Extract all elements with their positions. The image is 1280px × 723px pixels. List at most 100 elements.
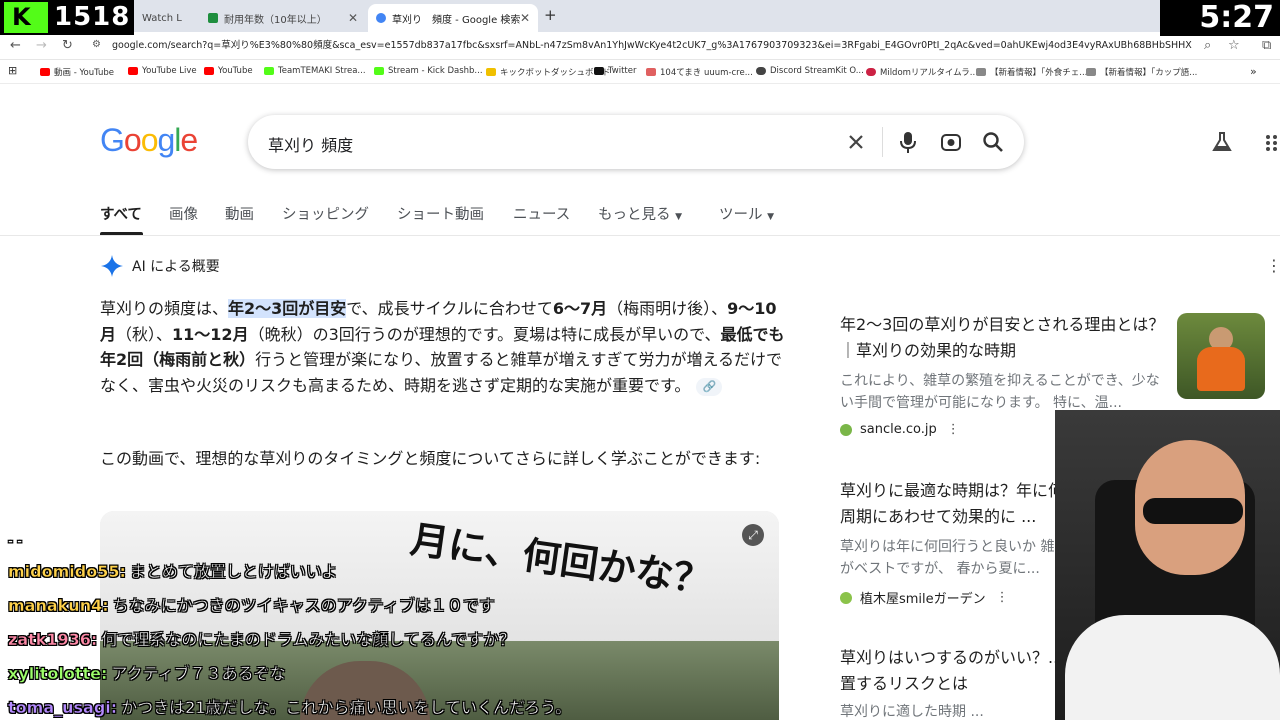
- ai-overview-heading: AI による概要: [100, 254, 220, 278]
- chat-user: - -: [8, 534, 23, 548]
- bookmark-item[interactable]: 104てまき uuum-cre...: [646, 66, 753, 78]
- bookmark-item[interactable]: Mildomリアルタイムラ...: [866, 66, 978, 78]
- labs-flask-icon[interactable]: [1210, 130, 1234, 158]
- kick-icon: [264, 67, 274, 75]
- bookmark-item[interactable]: Stream - Kick Dashb...: [374, 66, 483, 76]
- search-input[interactable]: 草刈り 頻度: [268, 132, 353, 156]
- tab-images[interactable]: 画像: [169, 203, 198, 224]
- chat-user: zatk1936:: [8, 630, 98, 649]
- site-favicon-icon: [840, 423, 852, 436]
- viewer-count: 1518: [54, 2, 131, 32]
- browser-tab-google-search[interactable]: 草刈り 頻度 - Google 検索 ✕: [368, 4, 538, 32]
- chevron-down-icon: ▼: [675, 212, 683, 222]
- ai-bold: 11〜12月: [172, 324, 249, 344]
- ai-bold: 6〜7月: [552, 299, 608, 318]
- bookmark-star-icon[interactable]: ☆: [1228, 38, 1240, 53]
- bookmark-item[interactable]: 【新着情報】「カップ語...: [1086, 66, 1197, 78]
- kick-icon: [374, 67, 384, 75]
- chat-line: manakun4: ちなみにかつきのツイキャスのアクティブは１０です: [8, 592, 495, 616]
- chat-line: toma_usagi: かつきは21歳だしな。これから痛い思いをしていくんだろう。: [8, 694, 572, 718]
- tab-shopping[interactable]: ショッピング: [282, 203, 369, 224]
- search-icon[interactable]: [979, 128, 1007, 156]
- chat-message: アクティブ７３あるぞな: [111, 664, 286, 683]
- webcam-overlay: [1055, 410, 1280, 720]
- chat-line: midomido55: まとめて放置しとけばいいよ: [8, 558, 338, 582]
- chevron-down-icon: ▼: [767, 212, 775, 222]
- bookmark-item[interactable]: キックボットダッシュボード: [486, 66, 611, 78]
- google-logo[interactable]: Google: [100, 122, 198, 159]
- bookmark-item[interactable]: 動画 - YouTube: [40, 66, 114, 78]
- tab-more[interactable]: もっと見る ▼: [598, 203, 682, 224]
- bookmark-label: Stream - Kick Dashb...: [388, 66, 483, 76]
- search-box[interactable]: 草刈り 頻度: [248, 115, 1024, 169]
- link-icon[interactable]: 🔗: [696, 377, 723, 396]
- new-tab-button[interactable]: +: [544, 6, 557, 24]
- close-tab-icon[interactable]: ✕: [520, 11, 530, 25]
- bookmark-item[interactable]: 【新着情報】「外食チェ...: [976, 66, 1087, 78]
- uuum-icon: [646, 68, 656, 76]
- tab-tools-label: ツール: [719, 207, 763, 223]
- more-options-icon[interactable]: ⋮: [996, 590, 1009, 605]
- ai-text: （梅雨明け後）、: [607, 299, 728, 318]
- tab-more-label: もっと見る: [598, 207, 671, 223]
- browser-tab-watch[interactable]: Watch L: [134, 4, 198, 32]
- bookmark-item[interactable]: TeamTEMAKI Strea...: [264, 66, 366, 76]
- google-apps-icon[interactable]: [1265, 134, 1279, 156]
- forward-icon[interactable]: →: [36, 38, 47, 53]
- mildom-icon: [866, 68, 876, 76]
- discord-icon: [756, 67, 766, 75]
- bookmark-item[interactable]: YouTube: [204, 66, 253, 76]
- zoom-icon[interactable]: ⌕: [1204, 38, 1211, 53]
- bookmark-item[interactable]: Discord StreamKit O...: [756, 66, 864, 76]
- bookmark-item[interactable]: YouTube Live: [128, 66, 197, 76]
- tab-label: 耐用年数（10年以上）: [224, 14, 327, 26]
- bookmark-label: Twitter: [608, 66, 637, 76]
- bookmark-label: YouTube: [218, 66, 253, 76]
- site-info-icon[interactable]: ⚙: [92, 39, 101, 50]
- browser-tab-depreciation[interactable]: 耐用年数（10年以上） ✕: [200, 4, 366, 32]
- tab-all[interactable]: すべて: [100, 203, 142, 224]
- chat-user: midomido55:: [8, 562, 126, 581]
- microphone-icon[interactable]: [894, 128, 922, 156]
- result-source-label: sancle.co.jp: [860, 422, 937, 437]
- ai-video-intro: この動画で、理想的な草刈りのタイミングと頻度についてさらに詳しく学ぶことができま…: [100, 449, 761, 468]
- bot-icon: [486, 68, 496, 76]
- clear-icon[interactable]: [842, 128, 870, 156]
- tab-short-videos[interactable]: ショート動画: [397, 203, 484, 224]
- ai-highlight: 年2〜3回が目安: [228, 299, 347, 318]
- tab-tools[interactable]: ツール ▼: [719, 203, 774, 224]
- more-options-icon[interactable]: ⋮: [947, 422, 960, 437]
- tab-label: Watch L: [142, 12, 182, 24]
- chat-message: 何で理系なのにたまのドラムみたいな顔してるんですか？: [101, 630, 516, 649]
- stream-timer-overlay: 5:27: [1160, 0, 1280, 36]
- lens-camera-icon[interactable]: [937, 128, 965, 156]
- sheets-icon: [208, 13, 218, 23]
- apps-grid-icon[interactable]: ⊞: [8, 64, 17, 77]
- news-icon: [976, 68, 986, 76]
- more-options-icon[interactable]: ⋮: [1266, 256, 1280, 275]
- bookmark-item[interactable]: Twitter: [594, 66, 637, 76]
- bookmark-label: YouTube Live: [142, 66, 197, 76]
- tab-videos[interactable]: 動画: [225, 203, 254, 224]
- reload-icon[interactable]: ↻: [62, 38, 73, 53]
- chat-message: ちなみにかつきのツイキャスのアクティブは１０です: [112, 596, 495, 615]
- expand-icon[interactable]: ⤢: [742, 524, 764, 546]
- url-field[interactable]: google.com/search?q=草刈り%E3%80%80頻度&sca_e…: [112, 37, 1192, 55]
- chat-line: xylitolotte: アクティブ７３あるぞな: [8, 660, 286, 684]
- result-title[interactable]: 年2〜3回の草刈りが目安とされる理由とは？｜草刈りの効果的な時期: [840, 312, 1170, 364]
- search-divider: [882, 127, 883, 157]
- result-thumbnail[interactable]: [1177, 313, 1265, 399]
- search-tabs: すべて 画像 動画 ショッピング ショート動画 ニュース もっと見る ▼ ツール…: [0, 196, 1280, 236]
- close-tab-icon[interactable]: ✕: [348, 11, 358, 25]
- result-snippet: これにより、雑草の繁殖を抑えることができ、少ない手間で管理が可能になります。 特…: [840, 373, 1160, 411]
- bookmark-label: TeamTEMAKI Strea...: [278, 66, 366, 76]
- extensions-icon[interactable]: ⧉: [1262, 38, 1271, 53]
- bookmark-label: Mildomリアルタイムラ...: [880, 68, 978, 78]
- webcam-shirt: [1065, 615, 1280, 720]
- bookmark-label: 【新着情報】「カップ語...: [1100, 68, 1198, 78]
- tab-news[interactable]: ニュース: [513, 203, 570, 224]
- bookmarks-overflow-button[interactable]: »: [1250, 65, 1257, 78]
- back-icon[interactable]: ←: [10, 38, 21, 53]
- youtube-icon: [40, 68, 50, 76]
- browser-tab-bar: Watch L 耐用年数（10年以上） ✕ 草刈り 頻度 - Google 検索…: [0, 0, 1280, 32]
